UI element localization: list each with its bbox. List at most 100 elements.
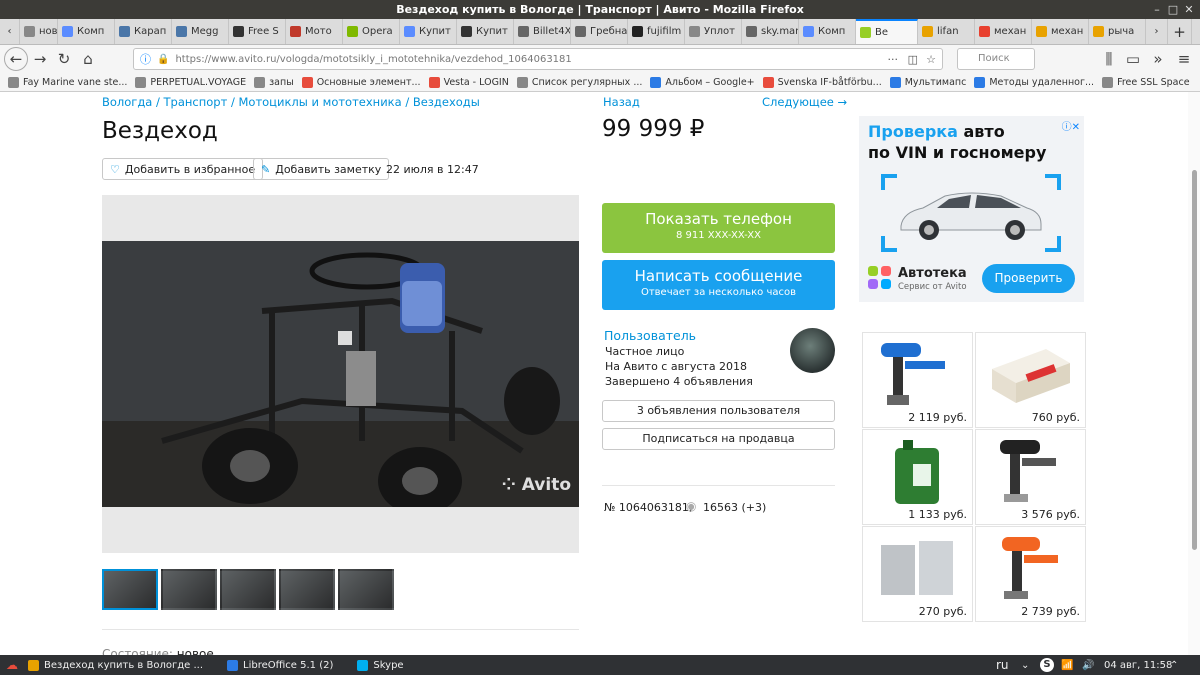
- chevron-down-icon[interactable]: ⌄: [1021, 660, 1029, 671]
- browser-tab[interactable]: рыча: [1089, 19, 1146, 44]
- browser-tab[interactable]: Гребная: [571, 19, 628, 44]
- write-message-button[interactable]: Написать сообщение Отвечает за несколько…: [602, 260, 835, 310]
- minimize-icon[interactable]: –: [1150, 0, 1164, 19]
- browser-tab[interactable]: Ве: [856, 19, 918, 44]
- browser-tab[interactable]: Комп: [58, 19, 115, 44]
- user-listings-button[interactable]: 3 объявления пользователя: [602, 400, 835, 422]
- pocket-icon[interactable]: ◫: [908, 53, 918, 66]
- bookmark-item[interactable]: Мультимапс: [889, 76, 966, 88]
- browser-tab[interactable]: Free S: [229, 19, 286, 44]
- scrollbar-thumb[interactable]: [1192, 170, 1197, 550]
- bookmark-item[interactable]: Список регулярных ...: [516, 76, 642, 88]
- overflow-icon[interactable]: »: [1146, 47, 1170, 71]
- seller-name[interactable]: Пользователь: [604, 328, 696, 343]
- goods-price: 1 133 руб.: [907, 508, 968, 521]
- tab-label: Мото: [305, 26, 332, 37]
- browser-tab[interactable]: Мото: [286, 19, 343, 44]
- bookmark-item[interactable]: Альбом – Google+: [650, 76, 755, 88]
- wifi-icon[interactable]: 📶: [1061, 660, 1073, 671]
- taskbar-item[interactable]: LibreOffice 5.1 (2): [227, 659, 333, 671]
- bookmark-item[interactable]: Методы удаленног...: [974, 76, 1094, 88]
- listing-title: Вездеход: [102, 118, 218, 144]
- goods-item[interactable]: 760 руб.: [975, 332, 1086, 428]
- bookmark-item[interactable]: Основные элемент...: [301, 76, 421, 88]
- goods-item[interactable]: 3 576 руб.: [975, 429, 1086, 525]
- volume-icon[interactable]: 🔊: [1082, 660, 1094, 671]
- browser-tab[interactable]: Megg: [172, 19, 229, 44]
- taskbar-item[interactable]: Вездеход купить в Вологде ...: [28, 659, 203, 671]
- tab-favicon-icon: [233, 26, 244, 37]
- bookmark-item[interactable]: Fay Marine vane ste...: [8, 76, 127, 88]
- menu-icon[interactable]: ≡: [1172, 47, 1196, 71]
- thumbnail[interactable]: [279, 569, 335, 610]
- bookmark-item[interactable]: PERPETUAL.VOYAGE: [135, 76, 246, 88]
- page-actions-icon[interactable]: ···: [888, 53, 899, 66]
- browser-tab[interactable]: Уплот: [685, 19, 742, 44]
- divider: [102, 629, 579, 630]
- tab-list-icon[interactable]: ⌄: [1192, 19, 1200, 44]
- browser-tab[interactable]: механ: [1032, 19, 1089, 44]
- browser-tab[interactable]: Комп: [799, 19, 856, 44]
- info-icon[interactable]: ⓘ: [140, 51, 151, 67]
- taskbar-item-label: Skype: [373, 659, 404, 671]
- bookmark-item[interactable]: Free SSL Space: [1102, 76, 1190, 88]
- back-icon[interactable]: ←: [4, 47, 28, 71]
- url-bar[interactable]: ⓘ 🔒 https://www.avito.ru/vologda/mototsi…: [133, 48, 943, 70]
- tabs-scroll-right-icon[interactable]: ›: [1146, 19, 1168, 44]
- tab-label: Уплот: [704, 26, 735, 37]
- maximize-icon[interactable]: □: [1166, 0, 1180, 19]
- reload-icon[interactable]: ↻: [52, 47, 76, 71]
- avatar[interactable]: [790, 328, 835, 373]
- browser-tab[interactable]: fujifilm: [628, 19, 685, 44]
- thumbnail[interactable]: [220, 569, 276, 610]
- app-menu-icon[interactable]: ☁: [6, 658, 18, 672]
- show-phone-button[interactable]: Показать телефон 8 911 XXX-XX-XX: [602, 203, 835, 253]
- check-vin-button[interactable]: Проверить: [982, 264, 1075, 293]
- taskbar-item[interactable]: Skype: [357, 659, 404, 671]
- browser-tab[interactable]: Карап: [115, 19, 172, 44]
- scrollbar[interactable]: [1188, 92, 1200, 655]
- url-text[interactable]: https://www.avito.ru/vologda/mototsikly_…: [175, 54, 571, 65]
- ad-banner[interactable]: ⓘ✕ Проверка авто по VIN и госномеру Авто…: [859, 116, 1084, 302]
- tabs-scroll-left-icon[interactable]: ‹: [0, 19, 20, 44]
- back-link[interactable]: Назад: [603, 95, 640, 109]
- sidebar-icon[interactable]: ▭: [1121, 47, 1145, 71]
- browser-tab[interactable]: Opera: [343, 19, 400, 44]
- browser-tab[interactable]: Billet4X4: [514, 19, 571, 44]
- skype-tray-icon[interactable]: S: [1040, 658, 1054, 672]
- add-favorite-button[interactable]: ♡ Добавить в избранное: [102, 158, 264, 180]
- browser-tab[interactable]: lifan: [918, 19, 975, 44]
- library-icon[interactable]: ⫼: [1097, 47, 1121, 71]
- thumbnail[interactable]: [161, 569, 217, 610]
- browser-tab[interactable]: Купит: [400, 19, 457, 44]
- notifications-icon[interactable]: ⌃: [1170, 660, 1178, 671]
- browser-tab[interactable]: нов: [20, 19, 58, 44]
- search-input[interactable]: Поиск: [957, 48, 1035, 70]
- ad-close-icon[interactable]: ⓘ✕: [1062, 118, 1080, 133]
- breadcrumb[interactable]: Вологда / Транспорт / Мотоциклы и мототе…: [102, 95, 480, 109]
- goods-item[interactable]: 1 133 руб.: [862, 429, 973, 525]
- goods-item[interactable]: 270 руб.: [862, 526, 973, 622]
- close-icon[interactable]: ✕: [1182, 0, 1196, 19]
- thumbnail[interactable]: [338, 569, 394, 610]
- browser-tab[interactable]: Купит: [457, 19, 514, 44]
- keyboard-layout[interactable]: ru: [996, 658, 1009, 672]
- bookmark-item[interactable]: Vesta - LOGIN: [428, 76, 509, 88]
- browser-tab[interactable]: механ: [975, 19, 1032, 44]
- browser-tab[interactable]: sky.mana: [742, 19, 799, 44]
- next-link[interactable]: Следующее →: [762, 95, 847, 109]
- subscribe-button[interactable]: Подписаться на продавца: [602, 428, 835, 450]
- thumbnail[interactable]: [102, 569, 158, 610]
- goods-item[interactable]: 2 119 руб.: [862, 332, 973, 428]
- main-photo[interactable]: ⁘ Avito: [102, 195, 579, 553]
- bookmark-item[interactable]: запы: [254, 76, 294, 88]
- add-note-button[interactable]: ✎ Добавить заметку: [253, 158, 390, 180]
- bookmark-item[interactable]: Svenska IF-båtförbu...: [762, 76, 882, 88]
- seller-completed: Завершено 4 объявления: [605, 375, 753, 388]
- forward-icon[interactable]: →: [28, 47, 52, 71]
- goods-item[interactable]: 2 739 руб.: [975, 526, 1086, 622]
- bookmark-star-icon[interactable]: ☆: [926, 53, 936, 66]
- new-tab-icon[interactable]: +: [1168, 19, 1192, 44]
- home-icon[interactable]: ⌂: [76, 47, 100, 71]
- clock[interactable]: 04 авг, 11:58: [1104, 660, 1172, 671]
